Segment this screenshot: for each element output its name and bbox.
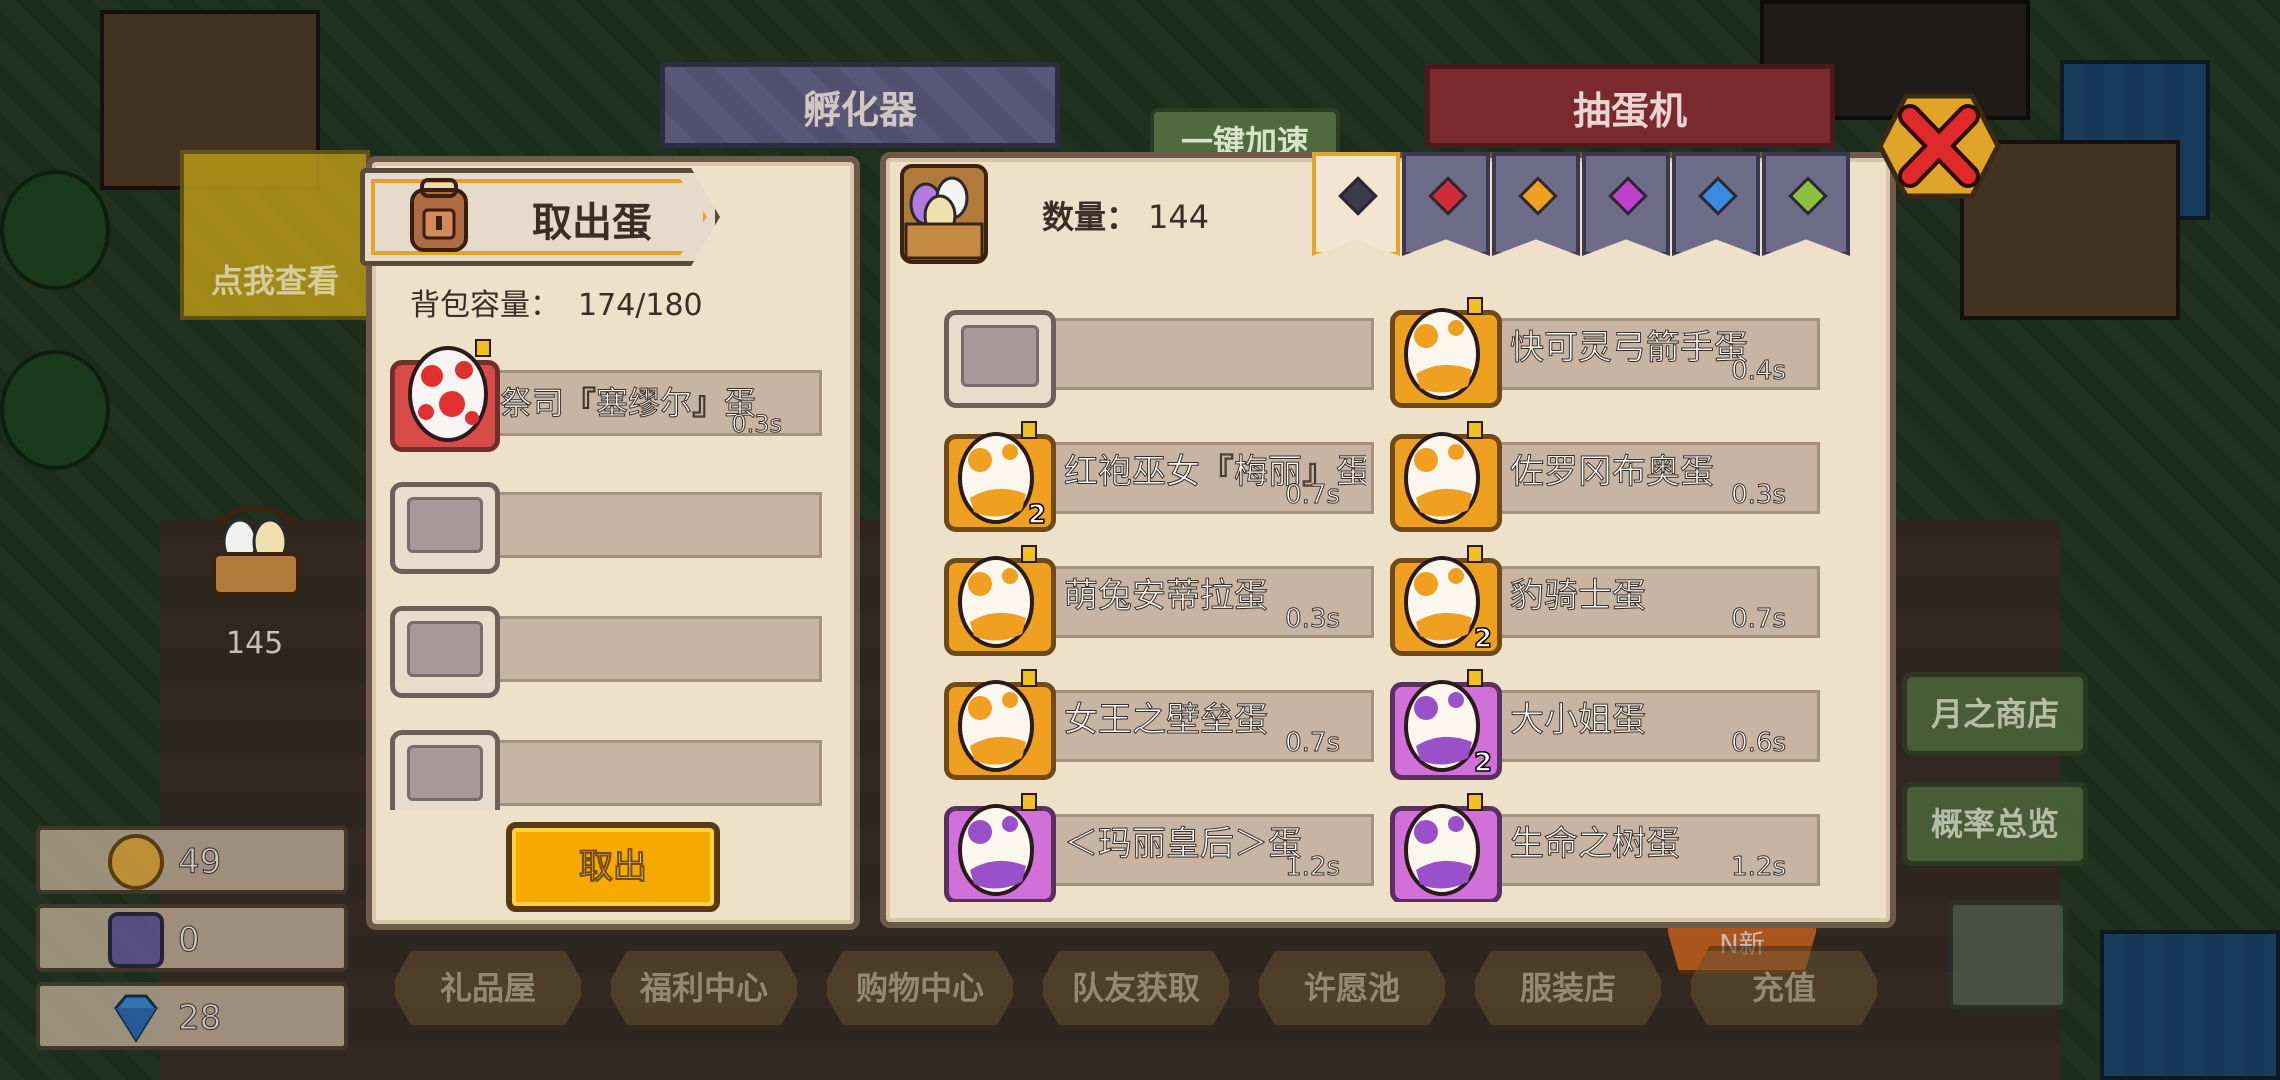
nav-wishing-well[interactable]: 许愿池 — [1254, 946, 1450, 1030]
egg-quantity-badge: 2 — [1473, 747, 1493, 779]
currency-potion[interactable]: 49 — [36, 826, 348, 894]
backpack-slot[interactable]: 祭司『塞缪尔』蛋 0.3s — [390, 339, 832, 452]
nav-gift-house[interactable]: 礼品屋 — [390, 946, 586, 1030]
nav-shopping-center[interactable]: 购物中心 — [822, 946, 1018, 1030]
capacity-label: 背包容量： — [410, 288, 560, 323]
egg-count: 数量： 144 — [1042, 192, 1209, 238]
nav-costume-shop[interactable]: 服装店 — [1470, 946, 1666, 1030]
currency-diamond-value: 28 — [177, 998, 222, 1039]
egg-slot-frame — [944, 310, 1056, 408]
egg-hatch-time: 0.7s — [1285, 480, 1341, 511]
potion-coin-icon — [108, 834, 164, 890]
empty-slot-frame — [390, 730, 500, 810]
incubator-sign[interactable]: 孵化器 — [660, 62, 1060, 148]
egg-list-item[interactable]: 萌兔安蒂拉蛋 0.3s — [940, 538, 1380, 656]
backpack-slot[interactable] — [390, 482, 832, 574]
egg-list[interactable]: 快可灵弓箭手蛋 0.4s 红袍巫女『梅丽』蛋 0.7s 2 佐罗冈布奥蛋 0.3s 萌兔安蒂拉… — [940, 290, 1840, 902]
currency-token-value: 0 — [178, 920, 201, 961]
egg-basket-icon — [900, 164, 988, 264]
orange-egg-icon — [958, 545, 1037, 648]
purple-egg-icon — [1404, 793, 1483, 896]
orange-egg-icon — [1404, 297, 1483, 400]
egg-list-item[interactable]: 生命之树蛋 1.2s — [1386, 786, 1826, 902]
backpack-slot[interactable] — [390, 606, 832, 698]
diamond-icon — [114, 994, 158, 1043]
egg-quantity-badge: 2 — [1027, 499, 1047, 531]
orange-egg-icon — [958, 669, 1037, 772]
tab-blue[interactable] — [1672, 152, 1760, 256]
egg-hatch-time: 1.2s — [1285, 852, 1341, 883]
exit-door-icon[interactable] — [1948, 900, 2068, 1010]
character-token-icon — [108, 912, 164, 968]
probability-overview-button[interactable]: 概率总览 — [1902, 782, 2088, 866]
tab-purple[interactable] — [1582, 152, 1670, 256]
gem-filter-icon — [1608, 176, 1648, 216]
gacha-machine-sign[interactable]: 抽蛋机 — [1425, 64, 1835, 148]
egg-list-item[interactable]: 佐罗冈布奥蛋 0.3s — [1386, 414, 1826, 532]
egg-quantity-badge: 2 — [1473, 623, 1493, 655]
egg-hatch-time: 1.2s — [1731, 852, 1787, 883]
tab-red[interactable] — [1402, 152, 1490, 256]
take-out-button[interactable]: 取出 — [506, 822, 720, 912]
red-egg-icon — [408, 339, 491, 442]
backpack-icon — [410, 178, 468, 252]
empty-slot-frame — [390, 606, 500, 698]
egg-list-item[interactable]: 豹骑士蛋 0.7s 2 — [1386, 538, 1826, 656]
backpack-capacity: 背包容量： 174/180 — [410, 280, 703, 324]
nav-recharge[interactable]: 充值 — [1686, 946, 1882, 1030]
orange-egg-icon — [1404, 421, 1483, 524]
egg-hatch-time: 0.4s — [1731, 356, 1787, 387]
egg-hatch-time: 0.6s — [1731, 728, 1787, 759]
egg-basket-icon[interactable] — [206, 498, 306, 608]
tab-all[interactable] — [1312, 152, 1400, 256]
egg-list-item[interactable]: ＜玛丽皇后＞蛋 1.2s — [940, 786, 1380, 902]
click-to-view-label: 点我查看 — [210, 262, 339, 300]
egg-hatch-time: 0.3s — [1285, 604, 1341, 635]
close-icon[interactable] — [1876, 90, 2002, 202]
gem-filter-icon — [1518, 176, 1558, 216]
click-to-view-sign[interactable]: 点我查看 — [180, 150, 370, 320]
currency-potion-value: 49 — [177, 842, 222, 883]
egg-hatch-time: 0.7s — [1731, 604, 1787, 635]
tab-orange[interactable] — [1492, 152, 1580, 256]
tab-green[interactable] — [1762, 152, 1850, 256]
egg-list-item[interactable]: 红袍巫女『梅丽』蛋 0.7s 2 — [940, 414, 1380, 532]
egg-list-item[interactable]: 女王之壁垒蛋 0.7s — [940, 662, 1380, 780]
purple-egg-icon — [958, 793, 1037, 896]
moon-shop-button[interactable]: 月之商店 — [1902, 672, 2088, 756]
currency-diamond[interactable]: 28 — [36, 982, 348, 1050]
gem-filter-icon — [1698, 176, 1738, 216]
panel-title: 取出蛋 — [532, 200, 652, 246]
backpack-slot[interactable] — [390, 730, 832, 810]
rarity-filter-tabs — [1312, 152, 1850, 256]
basket-count: 145 — [226, 626, 284, 661]
gem-filter-icon — [1428, 176, 1468, 216]
currency-token[interactable]: 0 — [36, 904, 348, 972]
nav-teammate-recruit[interactable]: 队友获取 — [1038, 946, 1234, 1030]
nav-welfare-center[interactable]: 福利中心 — [606, 946, 802, 1030]
egg-count-value: 144 — [1148, 198, 1210, 236]
egg-count-label: 数量： — [1042, 198, 1139, 236]
gem-filter-icon — [1788, 176, 1828, 216]
egg-hatch-time: 0.7s — [1285, 728, 1341, 759]
egg-list-item[interactable]: 大小姐蛋 0.6s 2 — [1386, 662, 1826, 780]
gem-filter-icon — [1338, 176, 1378, 216]
egg-hatch-time: 0.3s — [1731, 480, 1787, 511]
egg-list-item[interactable] — [940, 290, 1380, 408]
empty-slot-frame — [390, 482, 500, 574]
slot-egg-time: 0.3s — [731, 410, 783, 439]
egg-list-item[interactable]: 快可灵弓箭手蛋 0.4s — [1386, 290, 1826, 408]
capacity-value: 174/180 — [578, 288, 703, 323]
